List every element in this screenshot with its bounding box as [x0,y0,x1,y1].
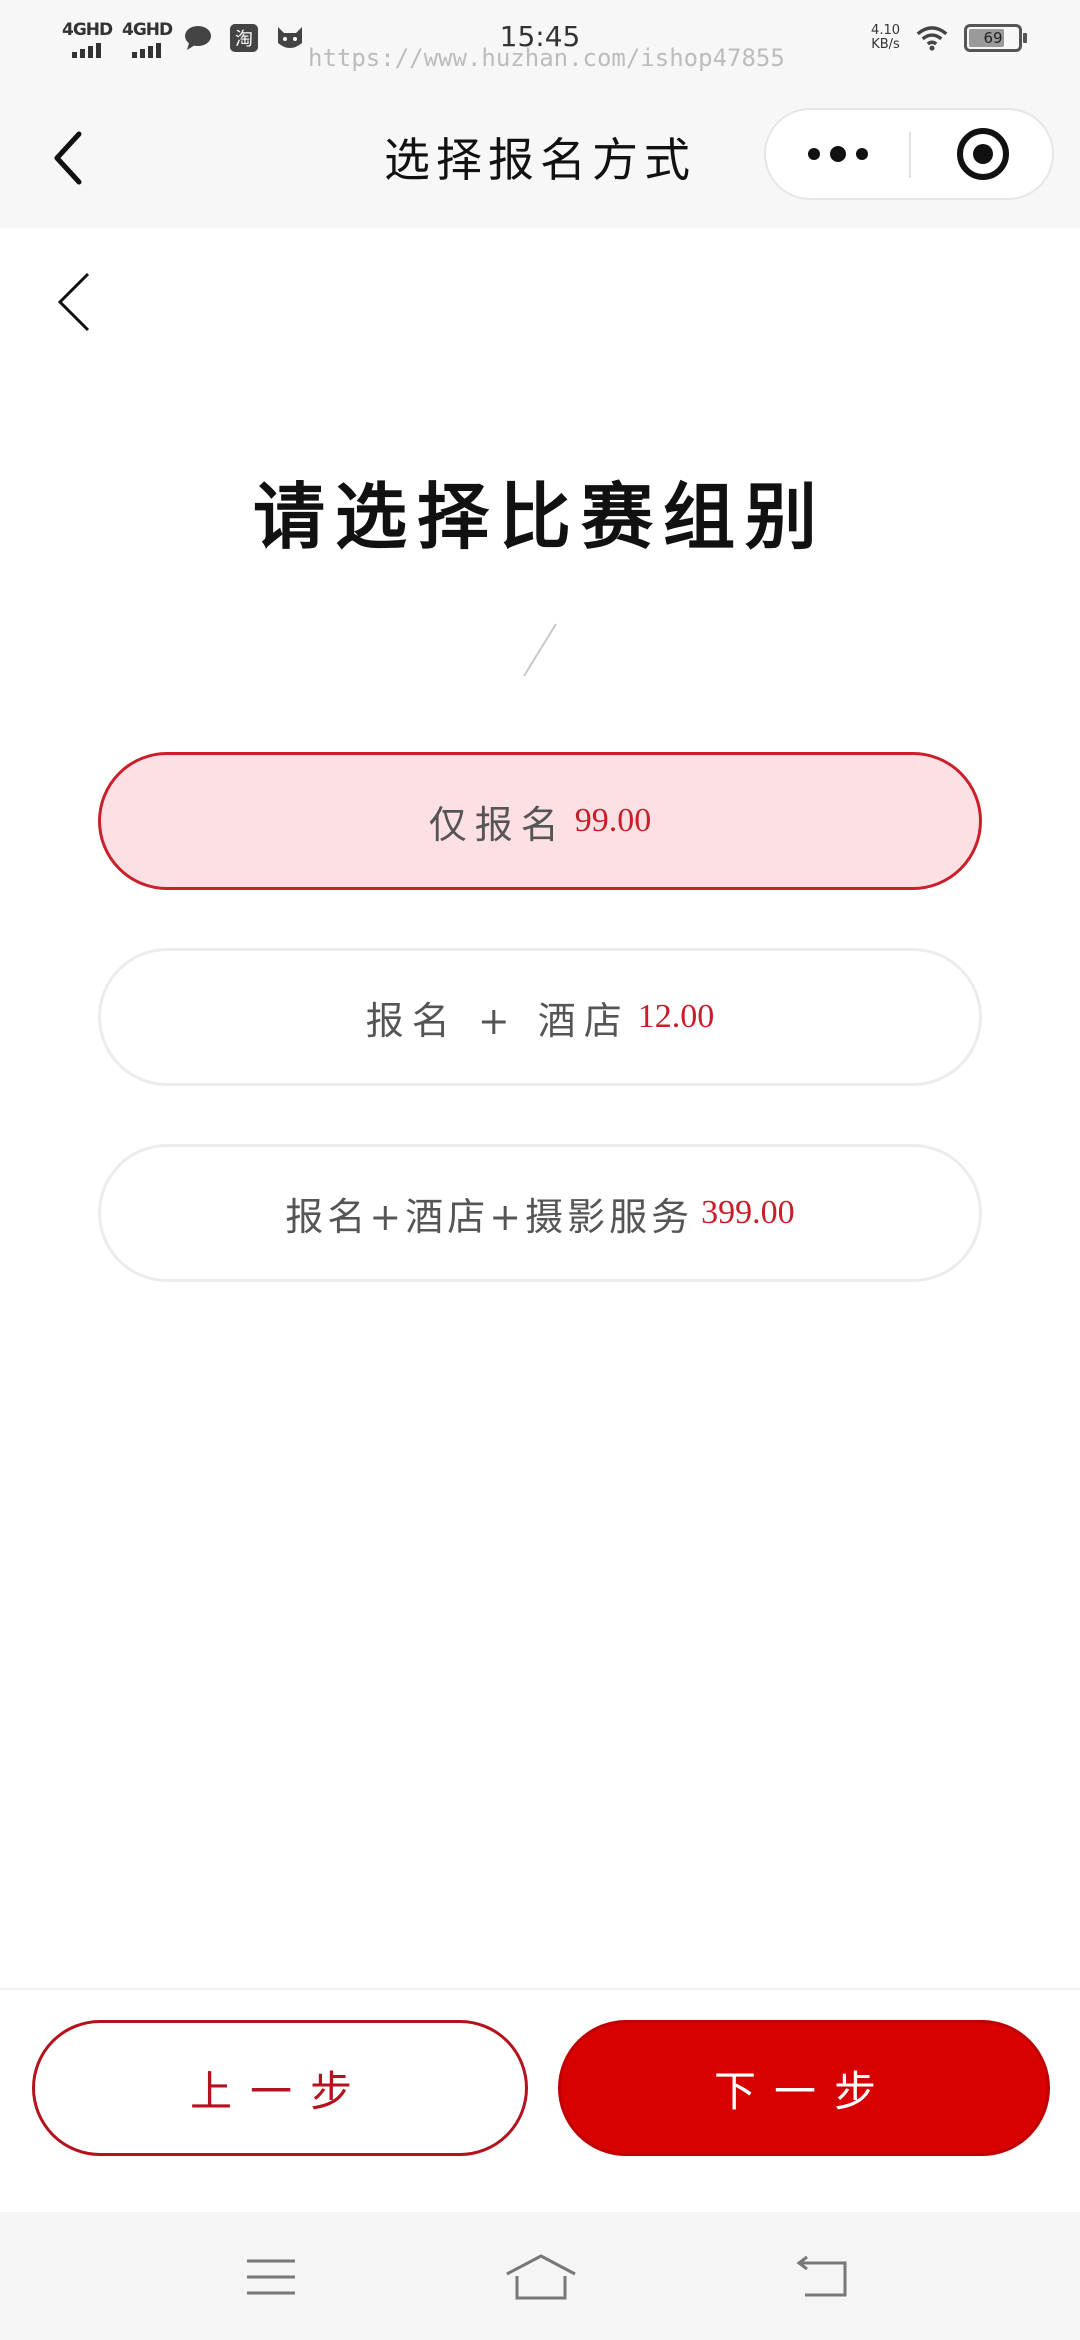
option-registration-hotel[interactable]: 报名 + 酒店 12.00 [98,948,982,1086]
back-icon [796,2255,847,2297]
chevron-left-icon [57,272,90,332]
option-price: 399.00 [701,1194,795,1231]
more-dots-icon [807,146,868,162]
decorative-slash [523,623,557,677]
battery-icon: 69 [964,24,1027,52]
option-price: 99.00 [574,802,652,839]
option-label: 报名 + 酒店 [365,998,630,1043]
page-back-button[interactable] [50,266,100,336]
option-label: 仅报名 [428,802,567,847]
footer-divider [0,1988,1080,1990]
menu-button[interactable] [226,2242,316,2312]
previous-step-button[interactable]: 上一步 [32,2020,528,2156]
back-button[interactable] [778,2242,868,2312]
mini-program-capsule [764,108,1054,200]
system-nav-bar [0,2212,1080,2340]
close-miniprogram-button[interactable] [911,110,1054,198]
next-step-button[interactable]: 下一步 [558,2020,1050,2156]
battery-percent: 69 [983,29,1003,47]
watermark-text: https://www.huzhan.com/ishop47855 [308,44,785,72]
home-button[interactable] [496,2242,586,2312]
option-label: 报名+酒店+摄影服务 [285,1194,694,1239]
net-speed-unit: KB/s [871,37,900,52]
option-registration-hotel-photo[interactable]: 报名+酒店+摄影服务 399.00 [98,1144,982,1282]
status-right-icons: 4.10 KB/s 69 [871,22,1027,54]
net-speed: 4.10 KB/s [871,24,900,52]
menu-icon [247,2259,295,2295]
net-speed-value: 4.10 [871,23,900,38]
option-price: 12.00 [637,998,715,1035]
wifi-icon [916,22,948,54]
section-heading: 请选择比赛组别 [252,474,827,559]
more-button[interactable] [766,110,909,198]
target-circle-icon [956,128,1009,180]
home-icon [506,2254,576,2300]
status-bar: 4GHD 4GHD 淘 15:45 https://www.huzhan.com… [0,0,1080,80]
option-registration-only[interactable]: 仅报名 99.00 [98,752,982,890]
option-list: 仅报名 99.00 报名 + 酒店 12.00 报名+酒店+摄影服务 399.0… [98,752,982,1340]
nav-bar: 选择报名方式 [0,80,1080,228]
